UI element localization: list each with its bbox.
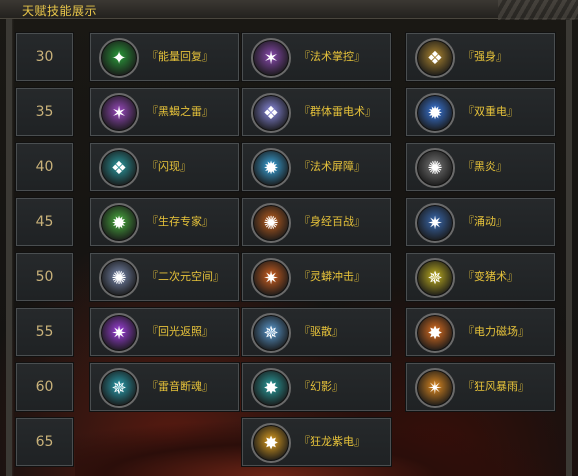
skill-name: 『黑炎』 — [463, 160, 507, 173]
yellow-ring-icon: ✵ — [415, 258, 455, 298]
skill-slot[interactable]: ✶ 『黑蝎之雷』 — [89, 87, 240, 137]
teal-dash-icon: ❖ — [99, 148, 139, 188]
fire-serpent-icon: ✷ — [251, 258, 291, 298]
skill-slot[interactable]: ✷ 『灵蟒冲击』 — [241, 252, 392, 302]
skill-slot[interactable]: ✹ 『双重电』 — [405, 87, 556, 137]
skill-name: 『身经百战』 — [299, 215, 365, 228]
blue-wave-icon: ✷ — [415, 203, 455, 243]
lightning-storm-icon: ❖ — [251, 93, 291, 133]
skill-slot[interactable]: ✹ 『法术屏障』 — [241, 142, 392, 192]
level-cell: 60 — [15, 362, 74, 412]
blue-orb-icon: ✹ — [251, 148, 291, 188]
skill-name: 『电力磁场』 — [463, 325, 529, 338]
skill-name: 『生存专家』 — [147, 215, 213, 228]
skill-name: 『灵蟒冲击』 — [299, 270, 365, 283]
level-cell: 45 — [15, 197, 74, 247]
skill-slot[interactable]: ✹ 『生存专家』 — [89, 197, 240, 247]
skill-name: 『涌动』 — [463, 215, 507, 228]
skill-slot[interactable]: ✵ 『驱散』 — [241, 307, 392, 357]
skill-name: 『驱散』 — [299, 325, 343, 338]
skill-name: 『狂龙紫电』 — [299, 435, 365, 448]
skill-name: 『变猪术』 — [463, 270, 518, 283]
skill-slot[interactable]: ✸ 『狂龙紫电』 — [241, 417, 392, 467]
fire-burst-icon: ✴ — [415, 368, 455, 408]
skill-name: 『二次元空间』 — [147, 270, 224, 283]
skill-name: 『法术屏障』 — [299, 160, 365, 173]
skill-slot[interactable]: ✸ 『幻影』 — [241, 362, 392, 412]
blue-phoenix-icon: ✵ — [251, 313, 291, 353]
skill-slot[interactable]: ✶ 『法术掌控』 — [241, 32, 392, 82]
teal-phantom-icon: ✸ — [251, 368, 291, 408]
skill-slot[interactable]: ✵ 『雷音断魂』 — [89, 362, 240, 412]
skill-slot[interactable]: ✺ 『黑炎』 — [405, 142, 556, 192]
skill-slot[interactable]: ✺ 『二次元空间』 — [89, 252, 240, 302]
skill-name: 『狂风暴雨』 — [463, 380, 529, 393]
skill-name: 『强身』 — [463, 50, 507, 63]
level-cell: 50 — [15, 252, 74, 302]
level-cell: 40 — [15, 142, 74, 192]
skill-slot[interactable]: ✴ 『狂风暴雨』 — [405, 362, 556, 412]
fire-warrior-icon: ✺ — [251, 203, 291, 243]
skill-slot[interactable]: ✷ 『涌动』 — [405, 197, 556, 247]
skill-slot[interactable]: ✦ 『能量回复』 — [89, 32, 240, 82]
skill-slot[interactable]: ✸ 『电力磁场』 — [405, 307, 556, 357]
skill-name: 『回光返照』 — [147, 325, 213, 338]
skill-name: 『法术掌控』 — [299, 50, 365, 63]
level-cell: 55 — [15, 307, 74, 357]
skill-name: 『雷音断魂』 — [147, 380, 213, 393]
purple-scorpion-icon: ✶ — [99, 93, 139, 133]
green-runner-icon: ✹ — [99, 203, 139, 243]
skill-slot[interactable]: ✵ 『变猪术』 — [405, 252, 556, 302]
teal-blade-icon: ✵ — [99, 368, 139, 408]
skill-name: 『幻影』 — [299, 380, 343, 393]
dragon-ornament-icon — [498, 0, 578, 20]
skill-slot[interactable]: ❖ 『闪现』 — [89, 142, 240, 192]
gold-armor-icon: ❖ — [415, 38, 455, 78]
dark-figure-icon: ✺ — [415, 148, 455, 188]
green-energy-icon: ✦ — [99, 38, 139, 78]
skill-name: 『能量回复』 — [147, 50, 213, 63]
star-orbit-icon: ✺ — [99, 258, 139, 298]
title-bar: 天赋技能展示 — [0, 0, 578, 20]
skill-name: 『黑蝎之雷』 — [147, 105, 213, 118]
level-cell: 35 — [15, 87, 74, 137]
window-title: 天赋技能展示 — [22, 4, 98, 18]
skill-slot[interactable]: ✺ 『身经百战』 — [241, 197, 392, 247]
blue-lightning-icon: ✹ — [415, 93, 455, 133]
skill-slot[interactable]: ✷ 『回光返照』 — [89, 307, 240, 357]
skill-name: 『群体雷电术』 — [299, 105, 376, 118]
level-cell: 30 — [15, 32, 74, 82]
skill-name: 『闪现』 — [147, 160, 191, 173]
orange-spark-icon: ✸ — [415, 313, 455, 353]
level-cell: 65 — [15, 417, 74, 467]
skill-name: 『双重电』 — [463, 105, 518, 118]
skill-slot[interactable]: ❖ 『群体雷电术』 — [241, 87, 392, 137]
golden-flame-icon: ✸ — [251, 423, 291, 463]
purple-claw-icon: ✶ — [251, 38, 291, 78]
violet-glow-icon: ✷ — [99, 313, 139, 353]
skill-slot[interactable]: ❖ 『强身』 — [405, 32, 556, 82]
